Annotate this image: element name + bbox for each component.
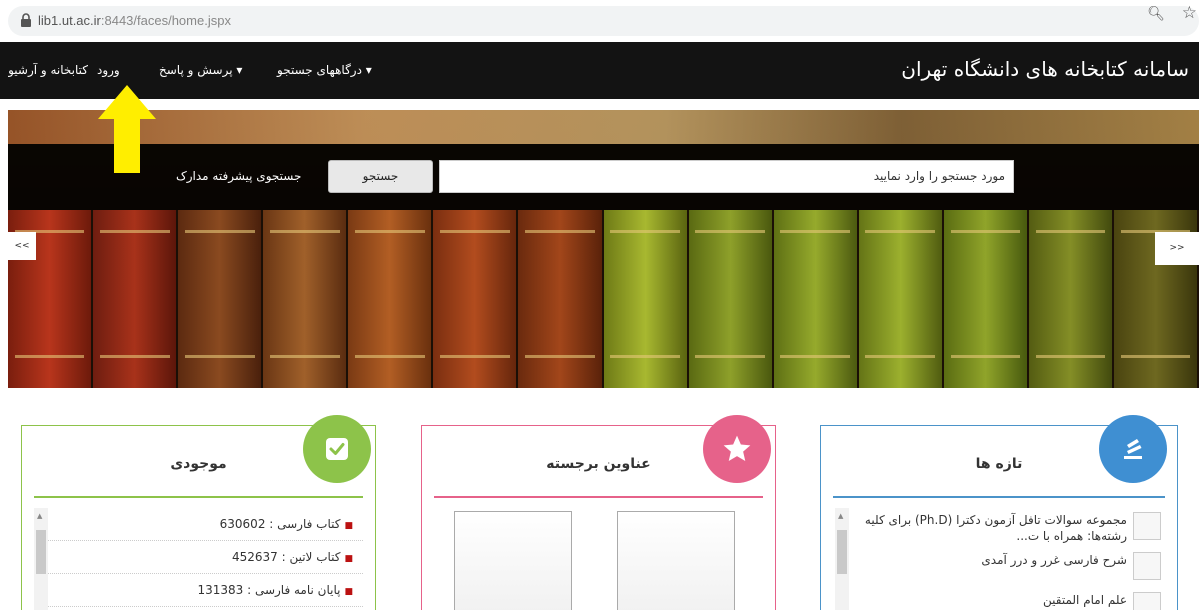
books-image: [8, 210, 1199, 388]
bullet-icon: ■: [344, 587, 353, 597]
slider-next-button[interactable]: >>: [1155, 232, 1199, 265]
slider-prev-button[interactable]: <<: [8, 232, 36, 260]
bullet-icon: ■: [344, 521, 353, 531]
book-cover-thumbnail: [1133, 512, 1161, 540]
book-stack-icon: [1099, 415, 1167, 483]
annotation-arrow-icon: [98, 85, 156, 173]
divider: [833, 496, 1165, 498]
nav-search-portals[interactable]: درگاههای جستجو ▾: [277, 63, 372, 77]
featured-item-thumbnail[interactable]: [454, 511, 572, 610]
book-cover-thumbnail: [1133, 592, 1161, 610]
lock-icon: [21, 13, 31, 27]
scroll-up-icon[interactable]: ▲: [37, 512, 42, 520]
site-title[interactable]: سامانه کتابخانه های دانشگاه تهران: [901, 57, 1189, 81]
new-items-list: ▲ مجموعه سوالات تافل آزمون دکترا (Ph.D) …: [835, 508, 1163, 610]
list-item: ■کتاب لاتین : 452637: [34, 541, 363, 574]
advanced-search-link[interactable]: جستجوی پیشرفته مدارک: [176, 169, 301, 183]
featured-thumbnails: [454, 511, 735, 610]
search-button[interactable]: جستجو: [328, 160, 433, 193]
url-text: lib1.ut.ac.ir:8443/faces/home.jspx: [38, 13, 231, 28]
divider: [34, 496, 363, 498]
nav-login[interactable]: ورود: [97, 63, 120, 77]
bookmark-star-icon[interactable]: ☆: [1182, 3, 1197, 23]
top-navigation: سامانه کتابخانه های دانشگاه تهران درگاهه…: [0, 42, 1199, 99]
search-bar-strip: مورد جستجو را وارد نمایید جستجو جستجوی پ…: [8, 144, 1199, 210]
browser-toolbar: lib1.ut.ac.ir:8443/faces/home.jspx 🔍︎ ☆: [0, 0, 1199, 42]
available-list: ▲ ■کتاب فارسی : 630602 ■کتاب لاتین : 452…: [34, 508, 363, 610]
hero-banner: مورد جستجو را وارد نمایید جستجو جستجوی پ…: [8, 110, 1199, 388]
new-item[interactable]: شرح فارسی غرر و درر آمدی: [835, 548, 1163, 588]
zoom-icon[interactable]: 🔍︎: [1147, 6, 1165, 22]
nav-qa[interactable]: پرسش و پاسخ ▾: [159, 63, 242, 77]
nav-libraries-archive[interactable]: کتابخانه و آرشیو: [8, 63, 88, 77]
check-icon: [303, 415, 371, 483]
new-item[interactable]: علم امام المتقین: [835, 588, 1163, 610]
new-item[interactable]: مجموعه سوالات تافل آزمون دکترا (Ph.D) بر…: [835, 508, 1163, 548]
book-cover-thumbnail: [1133, 552, 1161, 580]
star-icon: [703, 415, 771, 483]
list-item: ■کتاب فارسی : 630602: [34, 508, 363, 541]
banner-image-top: [8, 110, 1199, 144]
scrollbar[interactable]: ▲: [34, 508, 48, 610]
address-bar[interactable]: lib1.ut.ac.ir:8443/faces/home.jspx: [8, 6, 1199, 36]
featured-item-thumbnail[interactable]: [617, 511, 735, 610]
bullet-icon: ■: [344, 554, 353, 564]
scroll-thumb[interactable]: [36, 530, 46, 574]
list-item: ■پایان نامه فارسی : 131383: [34, 574, 363, 607]
divider: [434, 496, 763, 498]
search-input[interactable]: مورد جستجو را وارد نمایید: [439, 160, 1014, 193]
